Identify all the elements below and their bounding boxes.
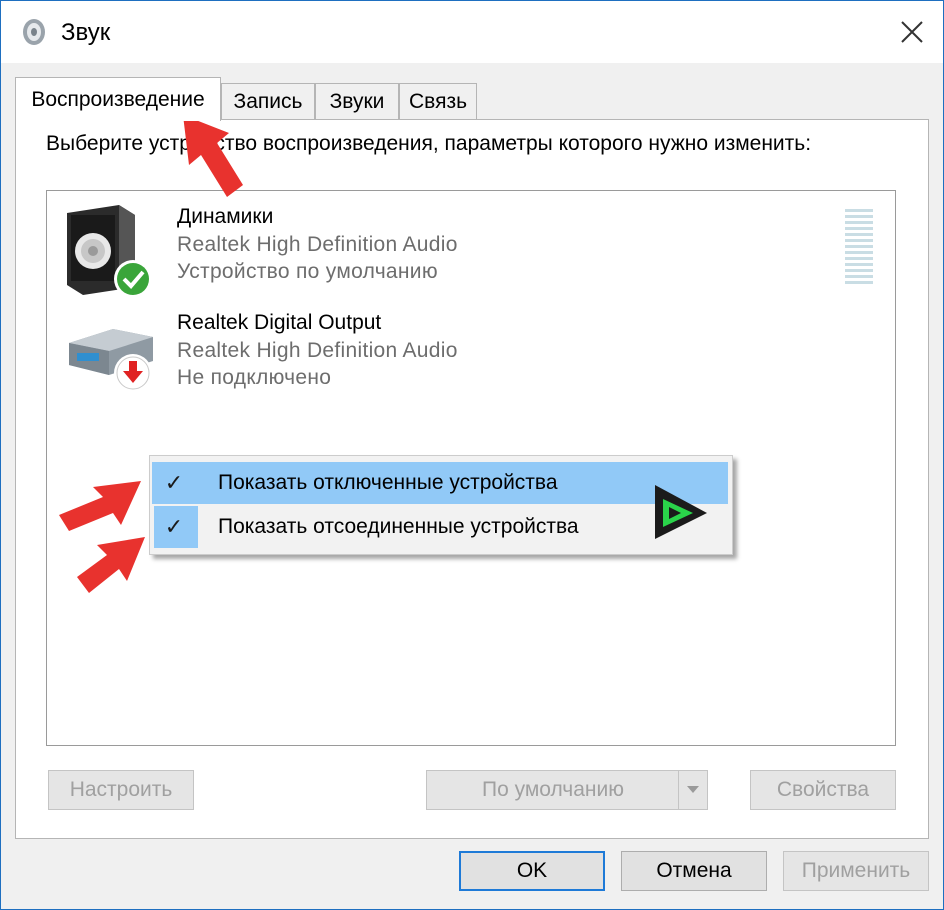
set-default-label: По умолчанию <box>481 778 625 801</box>
menu-item-label: Показать отключенные устройства <box>218 471 558 494</box>
device-status: Устройство по умолчанию <box>177 260 438 283</box>
menu-item-show-disabled[interactable]: ✓ Показать отключенные устройства <box>152 462 728 504</box>
device-item-speakers[interactable]: Динамики Realtek High Definition Audio У… <box>47 203 807 303</box>
apply-button[interactable]: Применить <box>783 851 929 891</box>
menu-item-label: Показать отсоединенные устройства <box>218 515 579 538</box>
device-driver: Realtek High Definition Audio <box>177 339 458 362</box>
title-bar: Звук <box>1 1 943 63</box>
instruction-text: Выберите устройство воспроизведения, пар… <box>46 132 812 155</box>
cancel-button[interactable]: Отмена <box>621 851 767 891</box>
device-driver: Realtek High Definition Audio <box>177 233 458 256</box>
speaker-app-icon <box>23 19 45 45</box>
ok-button[interactable]: OK <box>459 851 605 891</box>
tab-sounds[interactable]: Звуки <box>315 83 399 119</box>
tab-recording[interactable]: Запись <box>221 83 315 119</box>
tab-communications[interactable]: Связь <box>399 83 477 119</box>
device-name: Динамики <box>177 205 274 228</box>
device-name: Realtek Digital Output <box>177 311 382 334</box>
context-menu: ✓ Показать отключенные устройства ✓ Пока… <box>149 455 733 555</box>
checkmark-icon: ✓ <box>164 470 184 495</box>
properties-button[interactable]: Свойства <box>750 770 896 810</box>
menu-item-show-disconnected[interactable]: ✓ Показать отсоединенные устройства <box>152 506 728 548</box>
configure-button[interactable]: Настроить <box>48 770 194 810</box>
sound-dialog: Звук Воспроизведение Запись Звуки Связь … <box>0 0 944 910</box>
default-check-badge <box>117 263 149 295</box>
chevron-down-icon <box>687 786 699 793</box>
speaker-icon <box>67 205 152 298</box>
digital-output-icon <box>69 329 153 392</box>
close-button[interactable] <box>881 1 943 63</box>
set-default-dropdown[interactable] <box>678 771 707 809</box>
close-icon <box>901 21 923 43</box>
device-item-digital-output[interactable]: Realtek Digital Output Realtek High Defi… <box>47 309 807 409</box>
set-default-button[interactable]: По умолчанию <box>426 770 708 810</box>
tab-playback[interactable]: Воспроизведение <box>15 77 221 121</box>
checkmark-icon: ✓ <box>164 514 184 539</box>
volume-level-meter <box>845 209 873 284</box>
window-title: Звук <box>61 19 111 46</box>
device-status: Не подключено <box>177 366 332 389</box>
